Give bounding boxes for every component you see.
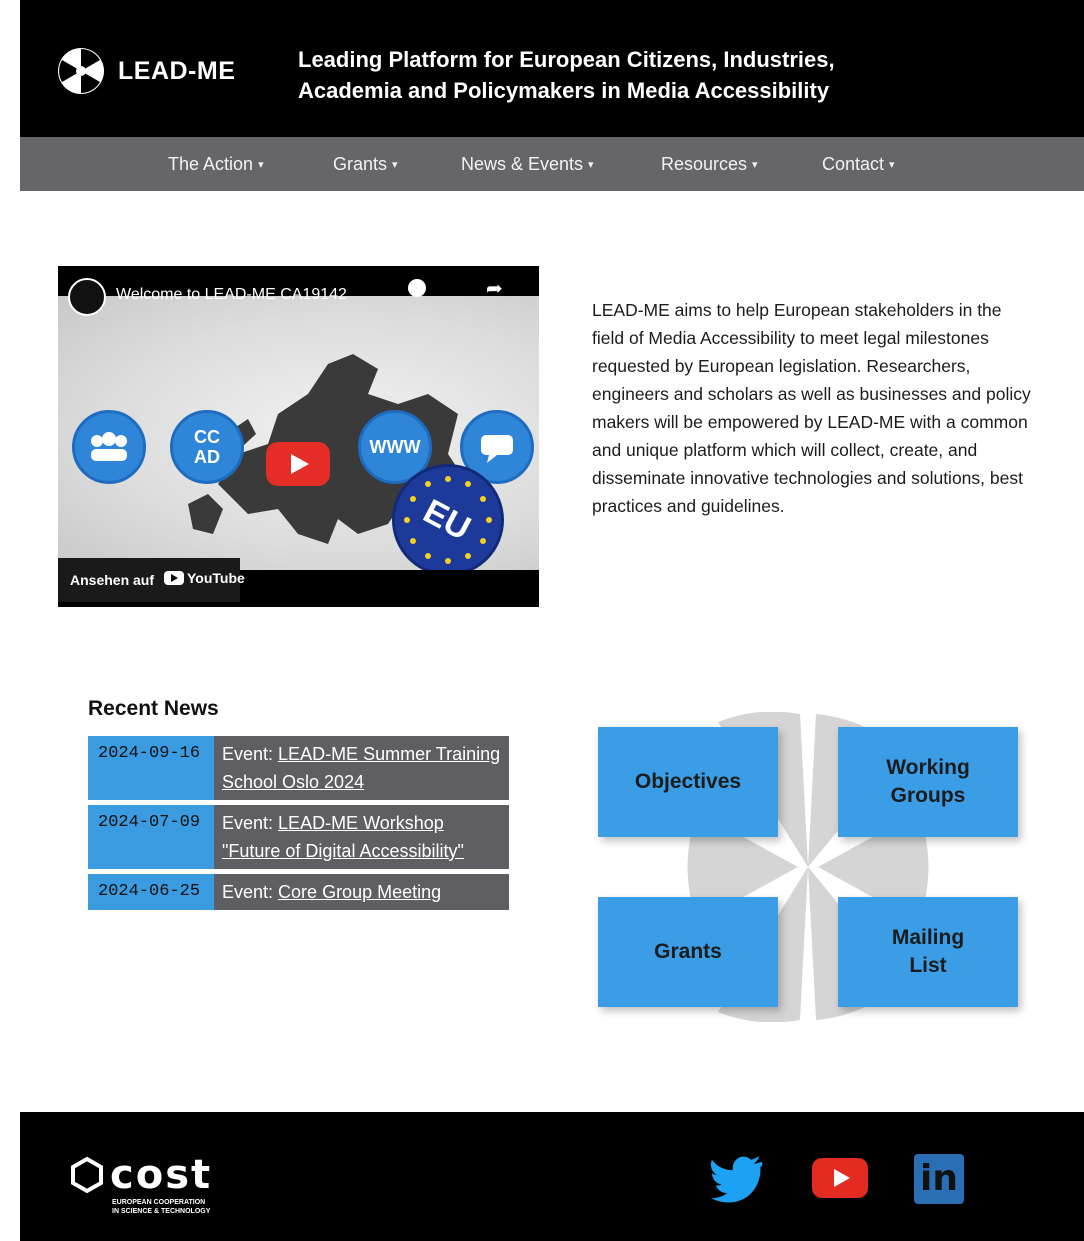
- chevron-down-icon: ▾: [889, 159, 895, 171]
- news-row: 2024-06-25 Event: Core Group Meeting: [88, 874, 509, 910]
- cost-hexagon-icon: [71, 1156, 103, 1194]
- news-entry: Event: LEAD-ME Workshop "Future of Digit…: [214, 805, 509, 869]
- objectives-tile[interactable]: Objectives: [598, 727, 778, 837]
- nav-label: Grants: [333, 154, 388, 174]
- chevron-down-icon: ▾: [588, 159, 594, 171]
- chevron-down-icon: ▾: [392, 159, 398, 171]
- eu-flag-icon: EU: [392, 464, 504, 570]
- chevron-down-icon: ▾: [258, 159, 264, 171]
- site-tagline: Leading Platform for European Citizens, …: [298, 44, 998, 106]
- news-row: 2024-09-16 Event: LEAD-ME Summer Trainin…: [88, 736, 509, 800]
- logo-text: LEAD-ME: [118, 56, 236, 85]
- channel-avatar-icon[interactable]: [68, 278, 106, 316]
- news-entry: Event: LEAD-ME Summer Training School Os…: [214, 736, 509, 800]
- cost-logo[interactable]: cost EUROPEAN COOPERATION IN SCIENCE & T…: [68, 1152, 212, 1216]
- news-link[interactable]: Core Group Meeting: [278, 882, 441, 902]
- nav-label: News & Events: [461, 154, 584, 174]
- news-prefix: Event:: [222, 744, 274, 764]
- nav-item-grants[interactable]: Grants ▾: [333, 137, 398, 191]
- nav-label: The Action: [168, 154, 254, 174]
- share-icon[interactable]: ➦: [486, 276, 503, 301]
- news-date: 2024-07-09: [88, 805, 214, 869]
- site-footer: cost EUROPEAN COOPERATION IN SCIENCE & T…: [20, 1112, 1084, 1241]
- lead-me-logo[interactable]: LEAD-ME: [56, 46, 235, 96]
- twitter-icon[interactable]: [710, 1156, 764, 1204]
- youtube-wordmark: YouTube: [164, 570, 245, 586]
- nav-item-resources[interactable]: Resources ▾: [661, 137, 758, 191]
- cost-word: cost: [110, 1152, 213, 1198]
- youtube-logo-icon: [164, 571, 184, 585]
- cost-wordmark: cost: [68, 1152, 212, 1198]
- grants-tile[interactable]: Grants: [598, 897, 778, 1007]
- news-row: 2024-07-09 Event: LEAD-ME Workshop "Futu…: [88, 805, 509, 869]
- news-date: 2024-09-16: [88, 736, 214, 800]
- linkedin-icon[interactable]: in: [914, 1154, 964, 1204]
- news-entry: Event: Core Group Meeting: [214, 874, 509, 910]
- news-prefix: Event:: [222, 813, 274, 833]
- tagline-line-2: Academia and Policymakers in Media Acces…: [298, 78, 830, 103]
- nav-label: Contact: [822, 154, 885, 174]
- video-title[interactable]: Welcome to LEAD-ME CA19142: [116, 286, 347, 304]
- video-play-button[interactable]: [266, 442, 330, 486]
- cost-subtitle: EUROPEAN COOPERATION IN SCIENCE & TECHNO…: [112, 1199, 211, 1215]
- youtube-icon[interactable]: [812, 1158, 868, 1198]
- watch-on-label: Ansehen auf: [70, 572, 155, 588]
- news-date: 2024-06-25: [88, 874, 214, 910]
- nav-item-contact[interactable]: Contact ▾: [822, 137, 895, 191]
- youtube-video-embed[interactable]: CC AD WWW EU Welcome to LEAD-ME CA19142 …: [58, 266, 539, 607]
- recent-news-table: 2024-09-16 Event: LEAD-ME Summer Trainin…: [88, 736, 509, 915]
- nav-item-news-events[interactable]: News & Events ▾: [461, 137, 594, 191]
- users-group-icon: [72, 410, 146, 484]
- chevron-down-icon: ▾: [752, 159, 758, 171]
- site-header: LEAD-ME Leading Platform for European Ci…: [20, 0, 1084, 137]
- page: LEAD-ME Leading Platform for European Ci…: [20, 0, 1084, 1241]
- quick-links-grid: Objectives Working Groups Grants Mailing…: [598, 712, 1018, 1022]
- nav-item-the-action[interactable]: The Action ▾: [168, 137, 264, 191]
- about-description: LEAD-ME aims to help European stakeholde…: [592, 300, 1031, 516]
- cc-ad-icon: CC AD: [170, 410, 244, 484]
- nav-label: Resources: [661, 154, 748, 174]
- recent-news-heading: Recent News: [88, 697, 219, 720]
- lead-me-logo-icon: [58, 48, 104, 94]
- news-prefix: Event:: [222, 882, 274, 902]
- mailing-list-tile[interactable]: Mailing List: [838, 897, 1018, 1007]
- tagline-line-1: Leading Platform for European Citizens, …: [298, 47, 835, 72]
- working-groups-tile[interactable]: Working Groups: [838, 727, 1018, 837]
- watch-on-youtube-bar[interactable]: Ansehen auf YouTube: [58, 558, 245, 602]
- main-nav: The Action ▾ Grants ▾ News & Events ▾ Resou…: [20, 137, 1084, 191]
- video-thumbnail[interactable]: CC AD WWW EU: [58, 294, 539, 570]
- watch-later-icon[interactable]: [408, 279, 426, 297]
